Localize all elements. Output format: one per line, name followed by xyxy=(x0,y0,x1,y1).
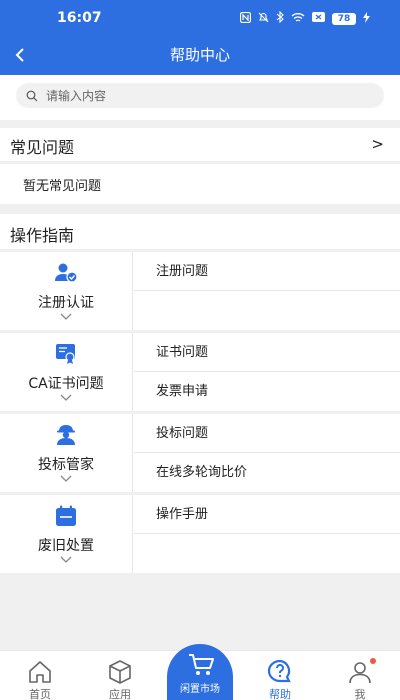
tab-help[interactable]: 帮助 xyxy=(240,651,320,700)
category-tile[interactable]: CA证书问题 xyxy=(0,333,133,411)
person-icon xyxy=(349,662,371,684)
category-questions: 投标问题 在线多轮询比价 xyxy=(134,414,400,492)
tab-label: 闲置市场 xyxy=(180,684,220,695)
help-icon xyxy=(267,659,291,683)
tab-apps[interactable]: 应用 xyxy=(80,651,160,700)
sim-off-icon xyxy=(312,12,325,25)
search-bar[interactable] xyxy=(16,83,384,108)
guide-category-ca-cert: CA证书问题 证书问题 发票申请 xyxy=(0,333,400,411)
tab-home[interactable]: 首页 xyxy=(0,651,80,700)
category-label: 投标管家 xyxy=(38,457,94,473)
cart-icon xyxy=(189,654,214,675)
certificate-icon xyxy=(56,344,75,364)
question-item[interactable]: 证书问题 xyxy=(134,333,400,372)
question-item[interactable]: 投标问题 xyxy=(134,414,400,453)
bluetooth-icon xyxy=(276,10,284,26)
status-bar: 16:07 78 xyxy=(0,0,400,36)
app-header: 16:07 78 帮助中心 xyxy=(0,0,400,75)
tab-label: 应用 xyxy=(109,688,131,700)
category-questions: 注册问题 xyxy=(134,252,400,330)
category-questions: 操作手册 xyxy=(134,495,400,573)
guide-category-register: 注册认证 注册问题 xyxy=(0,252,400,330)
faq-header[interactable]: 常见问题 > xyxy=(0,128,400,161)
chevron-down-icon[interactable] xyxy=(60,394,72,402)
search-section xyxy=(0,75,400,120)
box-icon xyxy=(109,660,131,684)
faq-empty-text: 暂无常见问题 xyxy=(23,179,102,194)
question-item[interactable]: 操作手册 xyxy=(134,495,400,534)
chevron-down-icon[interactable] xyxy=(60,313,72,321)
faq-list: 暂无常见问题 xyxy=(0,164,400,204)
chevron-down-icon[interactable] xyxy=(60,556,72,564)
tab-me[interactable]: 我 xyxy=(320,651,400,700)
status-time: 16:07 xyxy=(57,10,102,26)
guide-header: 操作指南 xyxy=(0,214,400,249)
tab-label: 我 xyxy=(354,688,366,700)
question-item-empty xyxy=(134,291,400,330)
battery-indicator: 78 xyxy=(332,12,356,25)
wifi-icon xyxy=(291,12,305,26)
manager-icon xyxy=(57,425,75,445)
nfc-icon xyxy=(239,11,252,26)
question-item[interactable]: 在线多轮询比价 xyxy=(134,453,400,492)
calendar-icon xyxy=(56,505,76,526)
nav-bar: 帮助中心 xyxy=(0,36,400,75)
question-item[interactable]: 发票申请 xyxy=(134,372,400,411)
status-icons: 78 xyxy=(239,10,370,26)
question-item-empty xyxy=(134,534,400,573)
guide-category-bid-manager: 投标管家 投标问题 在线多轮询比价 xyxy=(0,414,400,492)
faq-more-arrow[interactable]: > xyxy=(371,135,384,153)
search-input[interactable] xyxy=(46,88,346,103)
mute-icon xyxy=(258,12,269,26)
guide-title: 操作指南 xyxy=(10,226,75,245)
chevron-down-icon[interactable] xyxy=(60,475,72,483)
category-tile[interactable]: 注册认证 xyxy=(0,252,133,330)
question-item[interactable]: 注册问题 xyxy=(134,252,400,291)
category-label: 废旧处置 xyxy=(38,538,94,554)
category-label: CA证书问题 xyxy=(28,376,104,392)
category-tile[interactable]: 废旧处置 xyxy=(0,495,133,573)
notification-dot xyxy=(370,658,376,664)
tab-label: 帮助 xyxy=(269,688,291,700)
charging-icon xyxy=(363,11,370,26)
user-check-icon xyxy=(55,263,78,283)
category-tile[interactable]: 投标管家 xyxy=(0,414,133,492)
home-icon xyxy=(29,661,51,683)
guide-category-disposal: 废旧处置 操作手册 xyxy=(0,495,400,573)
tab-label: 首页 xyxy=(29,688,51,700)
category-questions: 证书问题 发票申请 xyxy=(134,333,400,411)
search-icon xyxy=(26,90,38,101)
category-label: 注册认证 xyxy=(38,295,94,311)
faq-title: 常见问题 xyxy=(10,138,75,157)
page-title: 帮助中心 xyxy=(169,46,230,64)
